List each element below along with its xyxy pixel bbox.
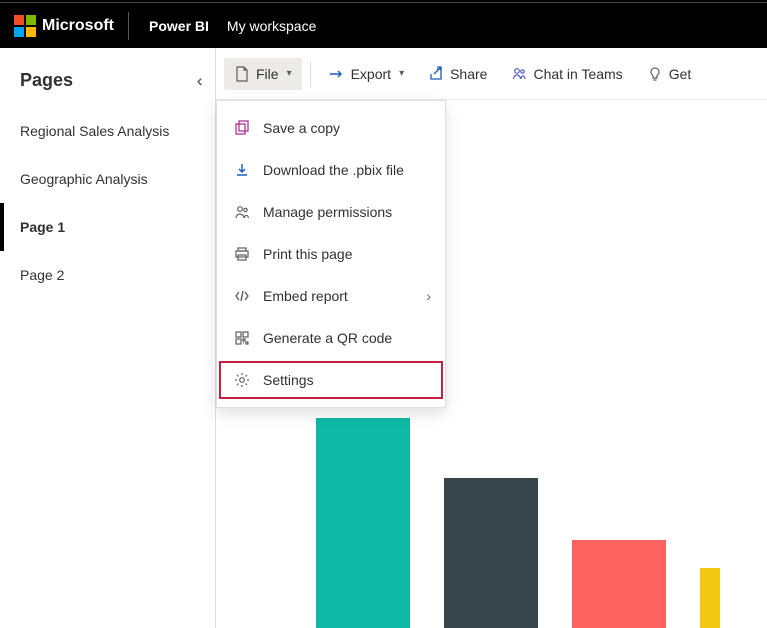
get-label: Get: [669, 66, 692, 82]
menu-item-label: Manage permissions: [263, 204, 392, 220]
export-menu-button[interactable]: Export ▾: [319, 58, 415, 90]
menu-item-label: Settings: [263, 372, 314, 388]
menu-item-qr[interactable]: Generate a QR code: [217, 317, 445, 359]
embed-icon: [233, 287, 251, 305]
file-menu-button[interactable]: File ▾: [224, 58, 302, 90]
page-item[interactable]: Regional Sales Analysis: [0, 107, 215, 155]
sidebar-title: Pages: [20, 70, 73, 91]
page-item[interactable]: Page 1: [0, 203, 215, 251]
share-icon: [428, 66, 444, 82]
file-icon: [234, 66, 250, 82]
chevron-down-icon: ▾: [287, 68, 292, 79]
page-item[interactable]: Geographic Analysis: [0, 155, 215, 203]
download-icon: [233, 161, 251, 179]
file-label: File: [256, 66, 279, 82]
teams-icon: [511, 66, 527, 82]
share-label: Share: [450, 66, 487, 82]
content-area: File ▾ Export ▾ Share Ch: [216, 48, 767, 628]
app-header: Microsoft Power BI My workspace: [0, 0, 767, 48]
chevron-down-icon: ▾: [399, 68, 404, 79]
export-icon: [329, 66, 345, 82]
menu-item-print[interactable]: Print this page: [217, 233, 445, 275]
print-icon: [233, 245, 251, 263]
export-label: Export: [351, 66, 391, 82]
menu-item-embed[interactable]: Embed report ›: [217, 275, 445, 317]
product-label[interactable]: Power BI: [149, 18, 209, 34]
menu-item-label: Download the .pbix file: [263, 162, 404, 178]
toolbar-divider: [310, 61, 311, 87]
microsoft-logo-icon: [14, 15, 36, 37]
file-dropdown-menu: Save a copy Download the .pbix file Mana…: [216, 100, 446, 408]
chevron-right-icon: ›: [426, 288, 431, 304]
header-divider: [128, 12, 129, 40]
permissions-icon: [233, 203, 251, 221]
chart-bar[interactable]: [316, 418, 410, 628]
chat-label: Chat in Teams: [533, 66, 622, 82]
workspace-label[interactable]: My workspace: [227, 18, 316, 34]
menu-item-download[interactable]: Download the .pbix file: [217, 149, 445, 191]
chart-bar[interactable]: [700, 568, 720, 628]
chart-bar[interactable]: [572, 540, 666, 628]
chat-in-teams-button[interactable]: Chat in Teams: [501, 58, 632, 90]
chart-bar[interactable]: [444, 478, 538, 628]
menu-item-label: Generate a QR code: [263, 330, 392, 346]
menu-item-label: Embed report: [263, 288, 348, 304]
brand-label: Microsoft: [42, 17, 114, 35]
menu-item-label: Save a copy: [263, 120, 340, 136]
command-toolbar: File ▾ Export ▾ Share Ch: [216, 48, 767, 100]
qr-icon: [233, 329, 251, 347]
share-button[interactable]: Share: [418, 58, 497, 90]
save-copy-icon: [233, 119, 251, 137]
gear-icon: [233, 371, 251, 389]
lightbulb-icon: [647, 66, 663, 82]
menu-item-label: Print this page: [263, 246, 353, 262]
get-insights-button[interactable]: Get: [637, 58, 702, 90]
menu-item-save-copy[interactable]: Save a copy: [217, 107, 445, 149]
menu-item-permissions[interactable]: Manage permissions: [217, 191, 445, 233]
menu-item-settings[interactable]: Settings: [217, 359, 445, 401]
page-item[interactable]: Page 2: [0, 251, 215, 299]
pages-sidebar: Pages ‹‹ Regional Sales Analysis Geograp…: [0, 48, 216, 628]
